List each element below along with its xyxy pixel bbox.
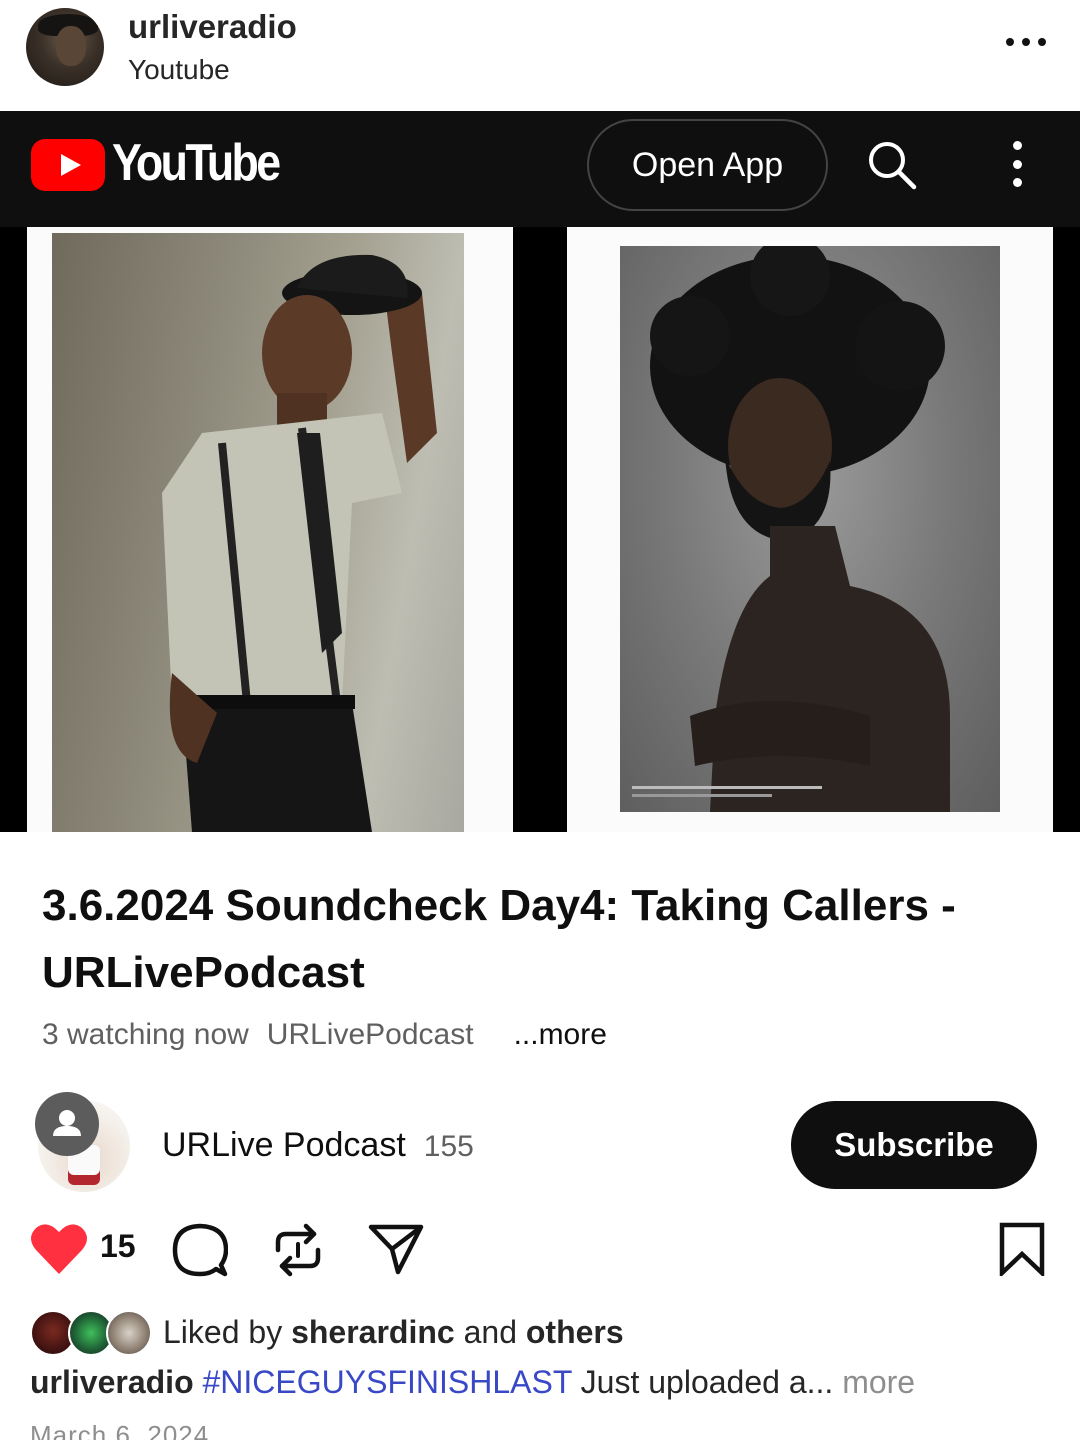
liked-by-text[interactable]: Liked by sherardinc and others [163,1314,624,1351]
man-with-hat-illustration [162,254,437,832]
liked-by-row[interactable]: Liked by sherardinc and others [30,1310,1050,1356]
heart-icon[interactable] [30,1222,88,1276]
liked-by-user[interactable]: sherardinc [291,1314,455,1350]
comment-icon[interactable] [172,1222,228,1278]
post-actions: 15 [0,1218,1080,1278]
man-with-afro-illustration [632,246,950,812]
video-thumbnail[interactable] [0,227,1080,832]
post-date: March 6, 2024 [30,1420,210,1440]
description-more-link[interactable]: ...more [514,1018,607,1051]
channel-name-row[interactable]: URLive Podcast 155 [162,1126,474,1165]
post-caption: urliveradio #NICEGUYSFINISHLAST Just upl… [30,1364,1060,1401]
caption-more-link[interactable]: more [842,1364,915,1400]
repost-icon[interactable] [272,1222,324,1278]
liker-avatar [106,1310,152,1356]
post-author-username[interactable]: urliveradio [128,8,297,46]
caption-username[interactable]: urliveradio [30,1364,194,1400]
share-icon[interactable] [368,1222,424,1276]
avatar-face-shape [56,26,86,66]
channel-name[interactable]: URLive Podcast [162,1126,406,1164]
subscriber-count: 155 [423,1130,474,1163]
post-header: urliveradio Youtube [0,0,1080,110]
liked-by-avatars [30,1310,154,1356]
liked-by-others[interactable]: others [526,1314,624,1350]
caption-text: Just uploaded a... [580,1364,834,1400]
watching-count: 3 watching now [42,1018,249,1051]
post-author-avatar[interactable] [26,8,104,86]
liked-by-conjunction: and [463,1314,517,1350]
caption-hashtag[interactable]: #NICEGUYSFINISHLAST [203,1364,572,1400]
open-app-button[interactable]: Open App [587,119,828,211]
user-icon [35,1092,99,1156]
thumbnail-photo-man-with-hat [52,233,464,832]
video-meta: 3 watching now URLivePodcast ...more [42,1018,607,1052]
like-count[interactable]: 15 [100,1228,136,1265]
post-author-subtitle[interactable]: Youtube [128,54,230,86]
search-icon[interactable] [866,139,918,191]
youtube-top-bar: YouTube Open App [0,111,1080,227]
youtube-logo-icon[interactable] [31,139,105,191]
youtube-wordmark[interactable]: YouTube [112,133,281,193]
bookmark-icon[interactable] [998,1222,1046,1276]
liked-by-prefix: Liked by [163,1314,283,1350]
more-options-icon[interactable] [1006,30,1046,54]
youtube-menu-icon[interactable] [1010,141,1024,187]
channel-handle[interactable]: URLivePodcast [267,1018,474,1051]
thumbnail-photo-man-with-afro [620,246,1000,812]
video-title[interactable]: 3.6.2024 Soundcheck Day4: Taking Callers… [42,872,1042,1006]
subscribe-button[interactable]: Subscribe [791,1101,1037,1189]
